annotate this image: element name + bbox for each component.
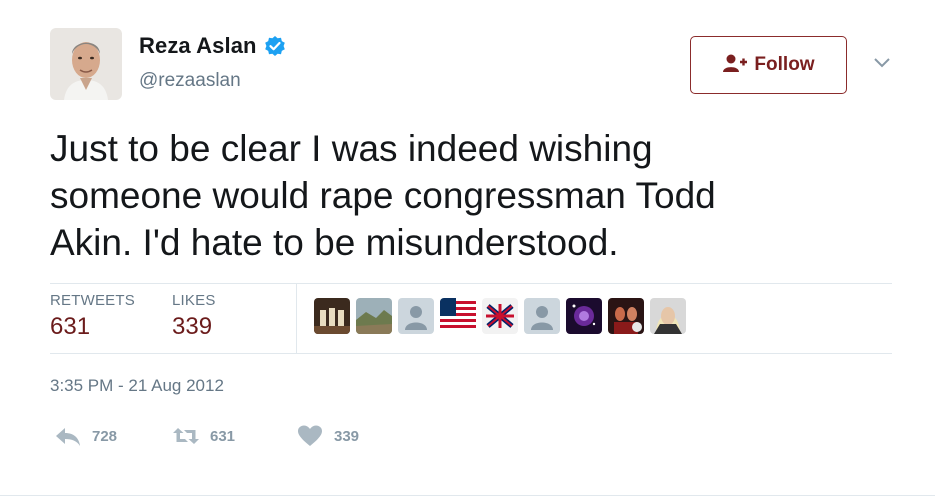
- tweet-text: Just to be clear I was indeed wishing so…: [50, 125, 870, 266]
- divider: [50, 353, 892, 354]
- heart-icon: [296, 424, 324, 448]
- tweet-text-line: someone would rape congressman Todd: [50, 175, 716, 216]
- follow-button[interactable]: Follow: [690, 36, 847, 94]
- liker-avatar[interactable]: [314, 298, 350, 334]
- like-button[interactable]: 339: [296, 424, 359, 448]
- avatar[interactable]: [50, 28, 122, 100]
- retweets-label: RETWEETS: [50, 292, 135, 309]
- tweet-text-line: Akin. I'd hate to be misunderstood.: [50, 222, 619, 263]
- tweet-timestamp[interactable]: 3:35 PM - 21 Aug 2012: [50, 376, 224, 396]
- likes-stat[interactable]: LIKES 339: [172, 292, 216, 341]
- retweet-button[interactable]: 631: [172, 424, 235, 448]
- user-name[interactable]: Reza Aslan: [139, 33, 257, 59]
- verified-badge-icon: [264, 35, 286, 57]
- like-count: 339: [334, 427, 360, 445]
- liker-avatar[interactable]: [398, 298, 434, 334]
- liker-avatar[interactable]: [482, 298, 518, 334]
- reply-button[interactable]: 728: [54, 424, 117, 448]
- divider: [50, 283, 892, 284]
- likes-label: LIKES: [172, 292, 216, 309]
- retweet-count: 631: [210, 427, 236, 445]
- retweet-icon: [172, 424, 200, 448]
- chevron-down-icon[interactable]: [872, 55, 892, 71]
- liker-avatar[interactable]: [440, 298, 476, 334]
- liker-avatar[interactable]: [566, 298, 602, 334]
- user-handle[interactable]: @rezaaslan: [139, 70, 241, 92]
- reply-count: 728: [92, 427, 118, 445]
- likers-avatars: [314, 298, 692, 334]
- reply-icon: [54, 424, 82, 448]
- add-user-icon: [722, 53, 748, 78]
- liker-avatar[interactable]: [356, 298, 392, 334]
- bottom-divider: [0, 495, 935, 496]
- retweets-stat[interactable]: RETWEETS 631: [50, 292, 135, 341]
- follow-button-label: Follow: [754, 54, 815, 75]
- likes-count: 339: [172, 313, 213, 340]
- tweet-text-line: Just to be clear I was indeed wishing: [50, 128, 653, 169]
- liker-avatar[interactable]: [650, 298, 686, 334]
- liker-avatar[interactable]: [608, 298, 644, 334]
- stats-divider: [296, 283, 297, 353]
- user-name-row[interactable]: Reza Aslan: [139, 33, 286, 59]
- retweets-count: 631: [50, 313, 91, 340]
- liker-avatar[interactable]: [524, 298, 560, 334]
